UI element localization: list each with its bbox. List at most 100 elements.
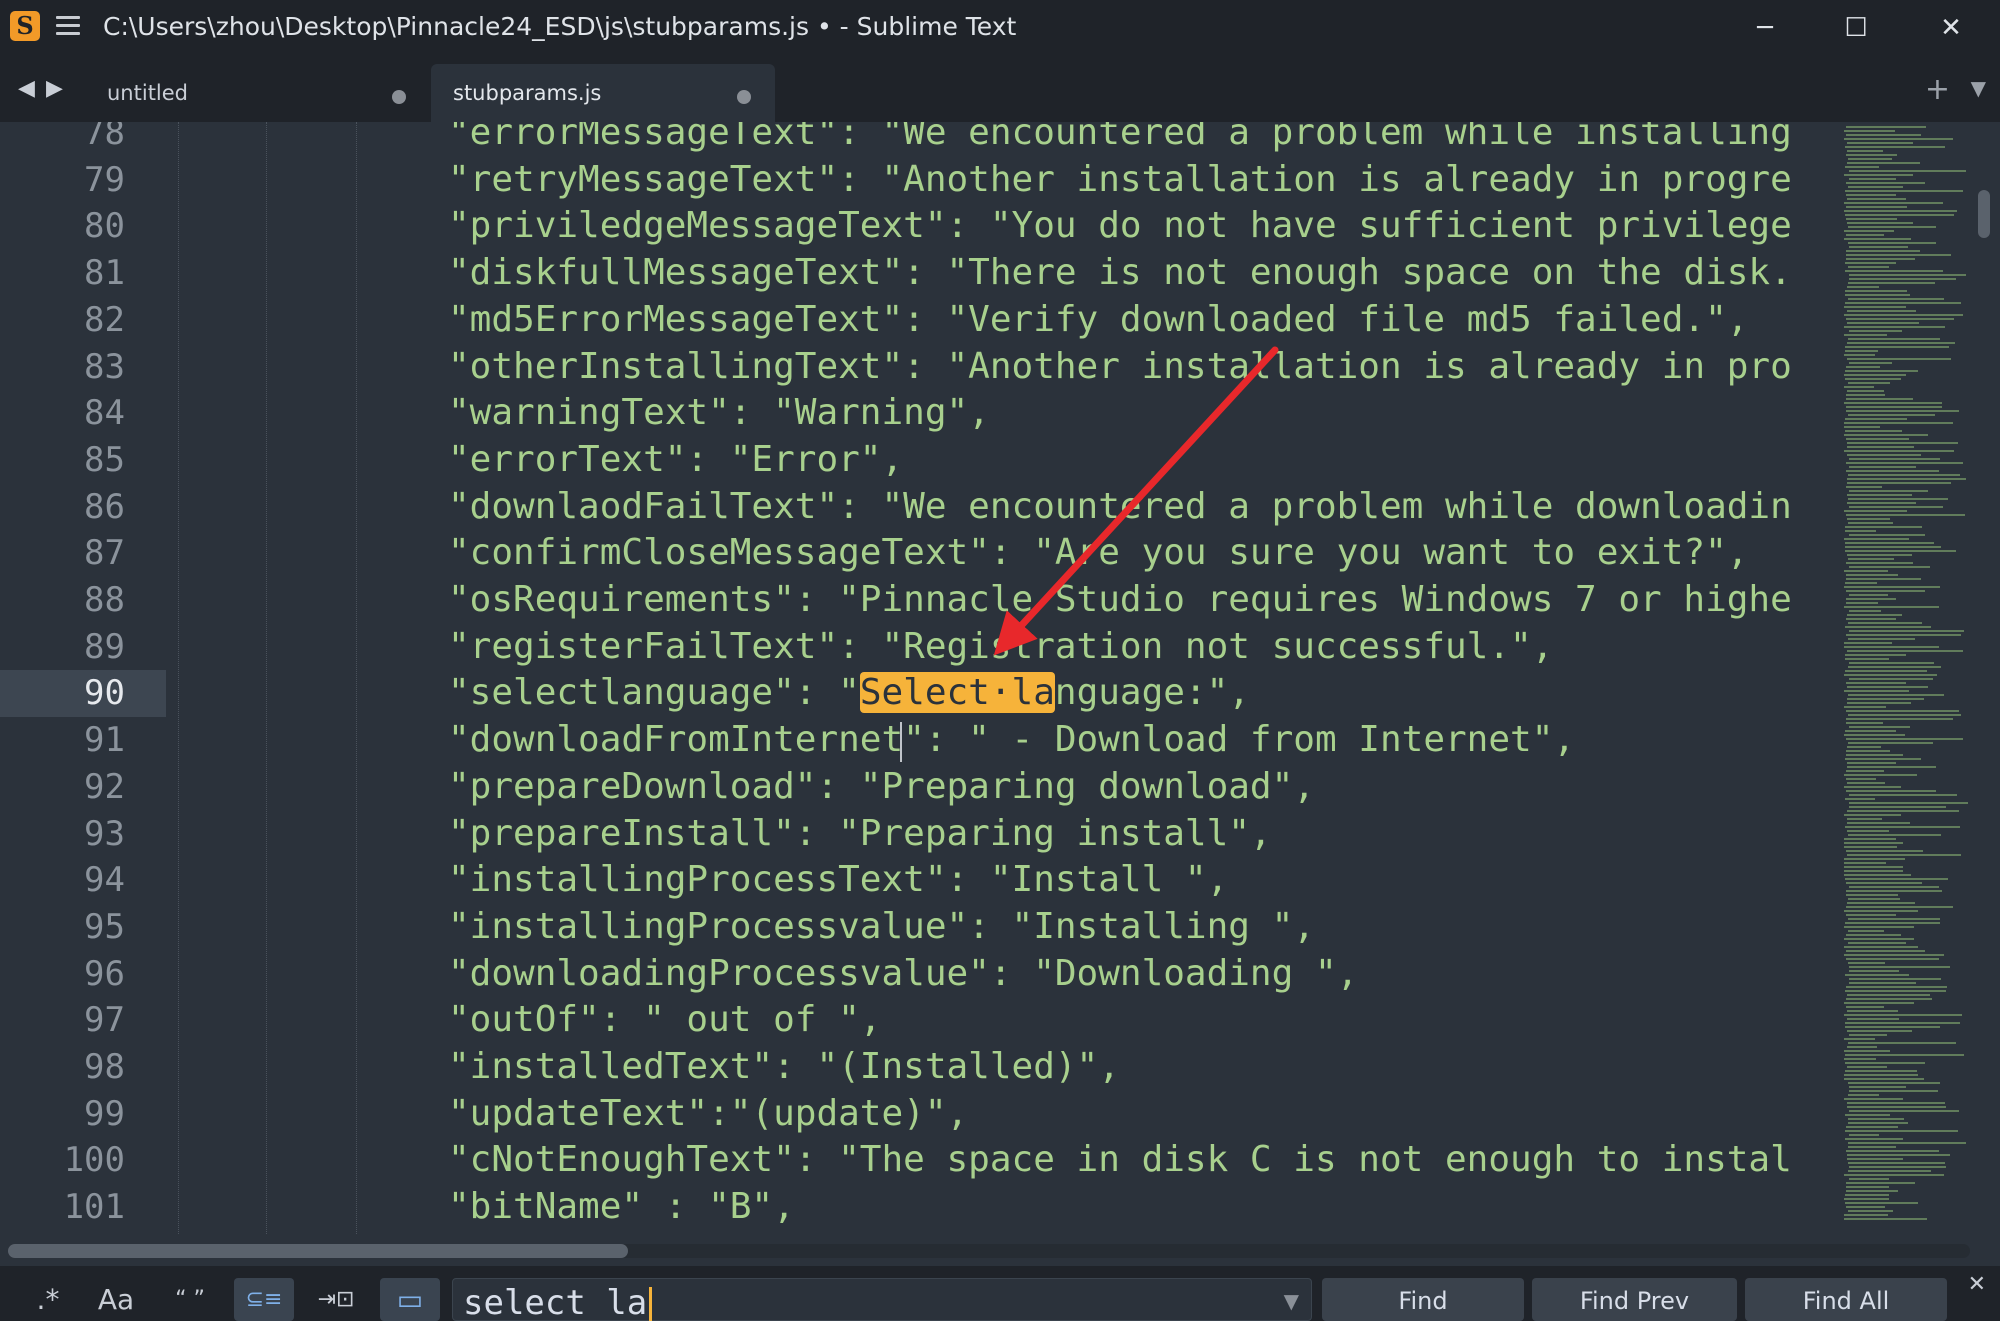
wrap-toggle-button[interactable]: ⊆≡ bbox=[234, 1278, 294, 1321]
code-line[interactable]: "downloadFromInternet": " - Download fro… bbox=[448, 717, 1575, 764]
minimap-line bbox=[1848, 1082, 1940, 1084]
minimap-line bbox=[1848, 714, 1961, 716]
minimap-line bbox=[1849, 630, 1964, 632]
tab-untitled[interactable]: untitled bbox=[85, 64, 420, 122]
minimap-line bbox=[1847, 614, 1902, 616]
minimap-line bbox=[1844, 1174, 1944, 1176]
minimap-line bbox=[1849, 1090, 1938, 1092]
find-input[interactable]: select la ▼ bbox=[452, 1278, 1312, 1321]
code-line[interactable]: "installedText": "(Installed)", bbox=[448, 1044, 1120, 1091]
code-line[interactable]: "errorText": "Error", bbox=[448, 437, 903, 484]
minimap-line bbox=[1849, 362, 1892, 364]
horizontal-scroll-thumb[interactable] bbox=[8, 1244, 628, 1258]
vertical-scroll-thumb[interactable] bbox=[1978, 190, 1990, 238]
code-line[interactable]: "outOf": " out of ", bbox=[448, 997, 881, 1044]
code-line[interactable]: "kBitName" : "KB", bbox=[448, 1231, 838, 1234]
prev-tab-icon[interactable]: ◀ bbox=[18, 76, 35, 101]
minimap-line bbox=[1846, 634, 1961, 636]
line-number: 82 bbox=[84, 299, 125, 340]
indent-guide bbox=[178, 122, 179, 1234]
minimap-line bbox=[1846, 890, 1942, 892]
minimap-line bbox=[1848, 158, 1892, 160]
minimap-line bbox=[1844, 426, 1880, 428]
minimap-line bbox=[1846, 710, 1959, 712]
minimap-line bbox=[1844, 374, 1906, 376]
minimap-line bbox=[1846, 154, 1897, 156]
maximize-button[interactable]: ☐ bbox=[1826, 6, 1886, 50]
tab-list-dropdown-icon[interactable]: ▼ bbox=[1971, 76, 1986, 100]
code-line[interactable]: "selectlanguage": "Select·language:", bbox=[448, 670, 1250, 717]
minimap-line bbox=[1845, 990, 1946, 992]
minimap-line bbox=[1849, 458, 1940, 460]
minimap-line bbox=[1845, 370, 1918, 372]
code-line[interactable]: "otherInstallingText": "Another installa… bbox=[448, 344, 1792, 391]
minimap-line bbox=[1845, 1022, 1960, 1024]
code-line[interactable]: "installingProcessText": "Install ", bbox=[448, 857, 1228, 904]
unsaved-dot-icon[interactable] bbox=[392, 90, 406, 104]
minimap-line bbox=[1846, 462, 1963, 464]
minimap-line bbox=[1849, 246, 1908, 248]
code-line[interactable]: "osRequirements": "Pinnacle Studio requi… bbox=[448, 577, 1792, 624]
minimap-line bbox=[1847, 286, 1879, 288]
code-line[interactable]: "prepareDownload": "Preparing download", bbox=[448, 764, 1315, 811]
line-number: 88 bbox=[84, 580, 125, 620]
code-line[interactable]: "cNotEnoughText": "The space in disk C i… bbox=[448, 1137, 1792, 1184]
code-line[interactable]: "prepareInstall": "Preparing install", bbox=[448, 811, 1272, 858]
unsaved-dot-icon[interactable] bbox=[737, 90, 751, 104]
code-line[interactable]: "diskfullMessageText": "There is not eno… bbox=[448, 250, 1792, 297]
line-number-gutter: 78 79 80 81 82 83 84 85 86 87 88 89 90 91 92 93 94 95 96 97… bbox=[0, 122, 170, 1234]
minimap-line bbox=[1849, 662, 1934, 664]
minimap-line bbox=[1844, 1074, 1918, 1076]
vertical-scrollbar[interactable] bbox=[1978, 134, 1990, 1234]
tab-stubparams[interactable]: stubparams.js bbox=[431, 64, 775, 122]
highlight-matches-toggle-button[interactable]: ▭ bbox=[380, 1278, 440, 1321]
code-line[interactable]: "errorMessageText": "We encountered a pr… bbox=[448, 122, 1792, 157]
minimap-line bbox=[1846, 894, 1898, 896]
minimap-line bbox=[1844, 606, 1939, 608]
code-line[interactable]: "bitName" : "B", bbox=[448, 1184, 795, 1231]
code-line[interactable]: "confirmCloseMessageText": "Are you sure… bbox=[448, 530, 1748, 577]
close-find-panel-icon[interactable]: ✕ bbox=[1968, 1272, 1986, 1297]
regex-toggle-button[interactable]: .* bbox=[18, 1278, 78, 1321]
minimap-line bbox=[1848, 242, 1936, 244]
line-number: 102 bbox=[0, 1231, 125, 1235]
minimap-line bbox=[1847, 810, 1959, 812]
find-button[interactable]: Find bbox=[1322, 1278, 1524, 1321]
code-line[interactable]: "updateText":"(update)", bbox=[448, 1091, 968, 1138]
minimap-line bbox=[1844, 954, 1944, 956]
find-all-button[interactable]: Find All bbox=[1745, 1278, 1947, 1321]
hamburger-menu-icon[interactable] bbox=[56, 16, 80, 36]
line-number: 97 bbox=[84, 1000, 125, 1041]
minimize-button[interactable]: ─ bbox=[1735, 6, 1795, 50]
in-selection-toggle-button[interactable]: ⇥⊡ bbox=[306, 1278, 366, 1321]
next-tab-icon[interactable]: ▶ bbox=[46, 76, 63, 101]
code-line[interactable]: "retryMessageText": "Another installatio… bbox=[448, 157, 1792, 204]
minimap-line bbox=[1848, 930, 1884, 932]
code-line[interactable]: "registerFailText": "Registration not su… bbox=[448, 624, 1553, 671]
code-line[interactable]: "downloadingProcessvalue": "Downloading … bbox=[448, 951, 1358, 998]
minimap-line bbox=[1844, 842, 1903, 844]
minimap-line bbox=[1847, 698, 1924, 700]
minimap[interactable] bbox=[1834, 122, 1974, 1234]
minimap-line bbox=[1847, 222, 1913, 224]
minimap-line bbox=[1844, 1198, 1889, 1200]
code-line[interactable]: "installingProcessvalue": "Installing ", bbox=[448, 904, 1315, 951]
code-line[interactable]: "warningText": "Warning", bbox=[448, 390, 990, 437]
tab-label: stubparams.js bbox=[453, 81, 602, 105]
indent-guide bbox=[356, 122, 357, 1234]
find-history-dropdown-icon[interactable]: ▼ bbox=[1284, 1289, 1299, 1313]
find-prev-button[interactable]: Find Prev bbox=[1532, 1278, 1737, 1321]
editor[interactable]: 78 79 80 81 82 83 84 85 86 87 88 89 90 91 92 93 94 95 96 97… bbox=[0, 122, 2000, 1234]
minimap-line bbox=[1845, 1138, 1903, 1140]
code-line[interactable]: "downlaodFailText": "We encountered a pr… bbox=[448, 484, 1792, 531]
new-tab-plus-icon[interactable]: + bbox=[1925, 72, 1950, 107]
minimap-line bbox=[1846, 406, 1942, 408]
code-line[interactable]: "md5ErrorMessageText": "Verify downloade… bbox=[448, 297, 1748, 344]
window-title: C:\Users\zhou\Desktop\Pinnacle24_ESD\js\… bbox=[103, 12, 1017, 41]
horizontal-scrollbar[interactable] bbox=[8, 1244, 1970, 1258]
whole-word-toggle-button[interactable]: “ ” bbox=[160, 1278, 220, 1321]
code-area[interactable]: "errorMessageText": "We encountered a pr… bbox=[448, 122, 1826, 1234]
code-line[interactable]: "priviledgeMessageText": "You do not hav… bbox=[448, 203, 1792, 250]
case-sensitive-toggle-button[interactable]: Aa bbox=[86, 1278, 146, 1321]
close-window-button[interactable]: ✕ bbox=[1921, 6, 1981, 50]
